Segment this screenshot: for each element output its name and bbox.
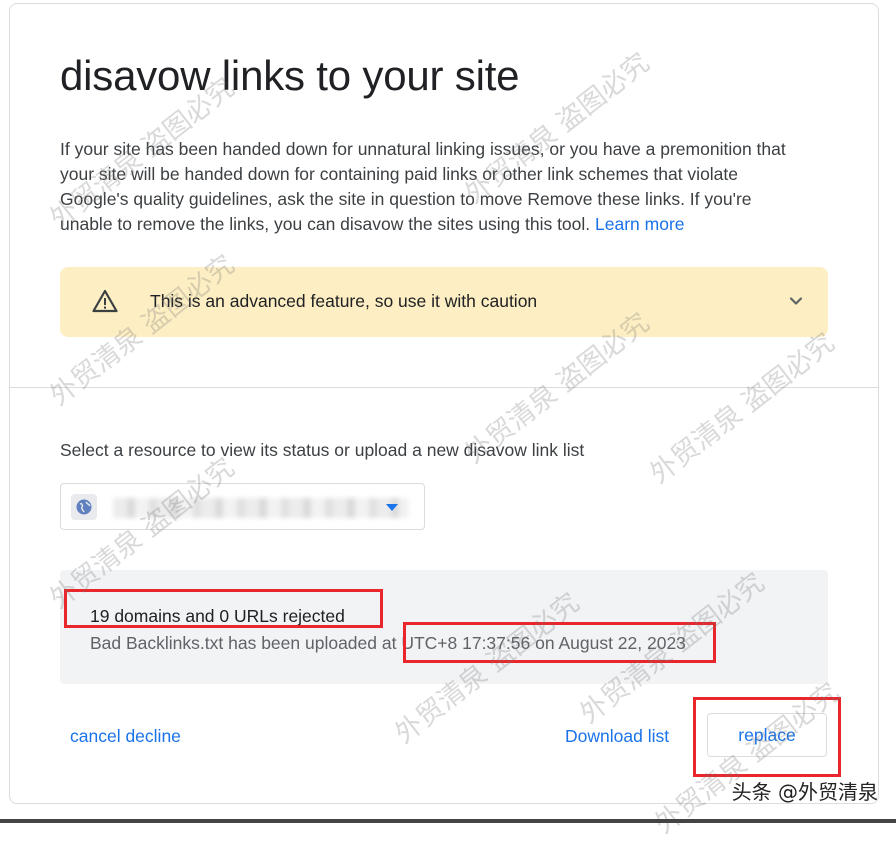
highlight-box-timestamp <box>403 622 716 663</box>
brand-watermark: 头条 @外贸清泉 <box>731 780 878 804</box>
chevron-down-icon[interactable] <box>788 293 804 309</box>
learn-more-link[interactable]: Learn more <box>595 214 685 234</box>
cancel-decline-button[interactable]: cancel decline <box>70 726 181 747</box>
intro-paragraph: If your site has been handed down for un… <box>60 137 790 237</box>
upload-file-text: Bad Backlinks.txt has been uploaded at <box>90 633 402 653</box>
page-title: disavow links to your site <box>60 52 520 99</box>
warning-text: This is an advanced feature, so use it w… <box>150 291 538 311</box>
advanced-feature-warning[interactable]: This is an advanced feature, so use it w… <box>60 267 828 337</box>
resource-dropdown[interactable] <box>60 483 425 530</box>
dropdown-arrow-icon[interactable] <box>386 504 398 511</box>
globe-icon <box>71 494 97 520</box>
resource-select-label: Select a resource to view its status or … <box>60 440 585 460</box>
resource-value-blurred <box>113 498 409 518</box>
download-list-button[interactable]: Download list <box>565 726 669 747</box>
bottom-rule <box>0 819 896 823</box>
warning-triangle-icon <box>92 289 118 313</box>
section-divider <box>9 387 879 388</box>
replace-button[interactable]: replace <box>707 713 827 757</box>
highlight-box-summary <box>64 589 383 628</box>
